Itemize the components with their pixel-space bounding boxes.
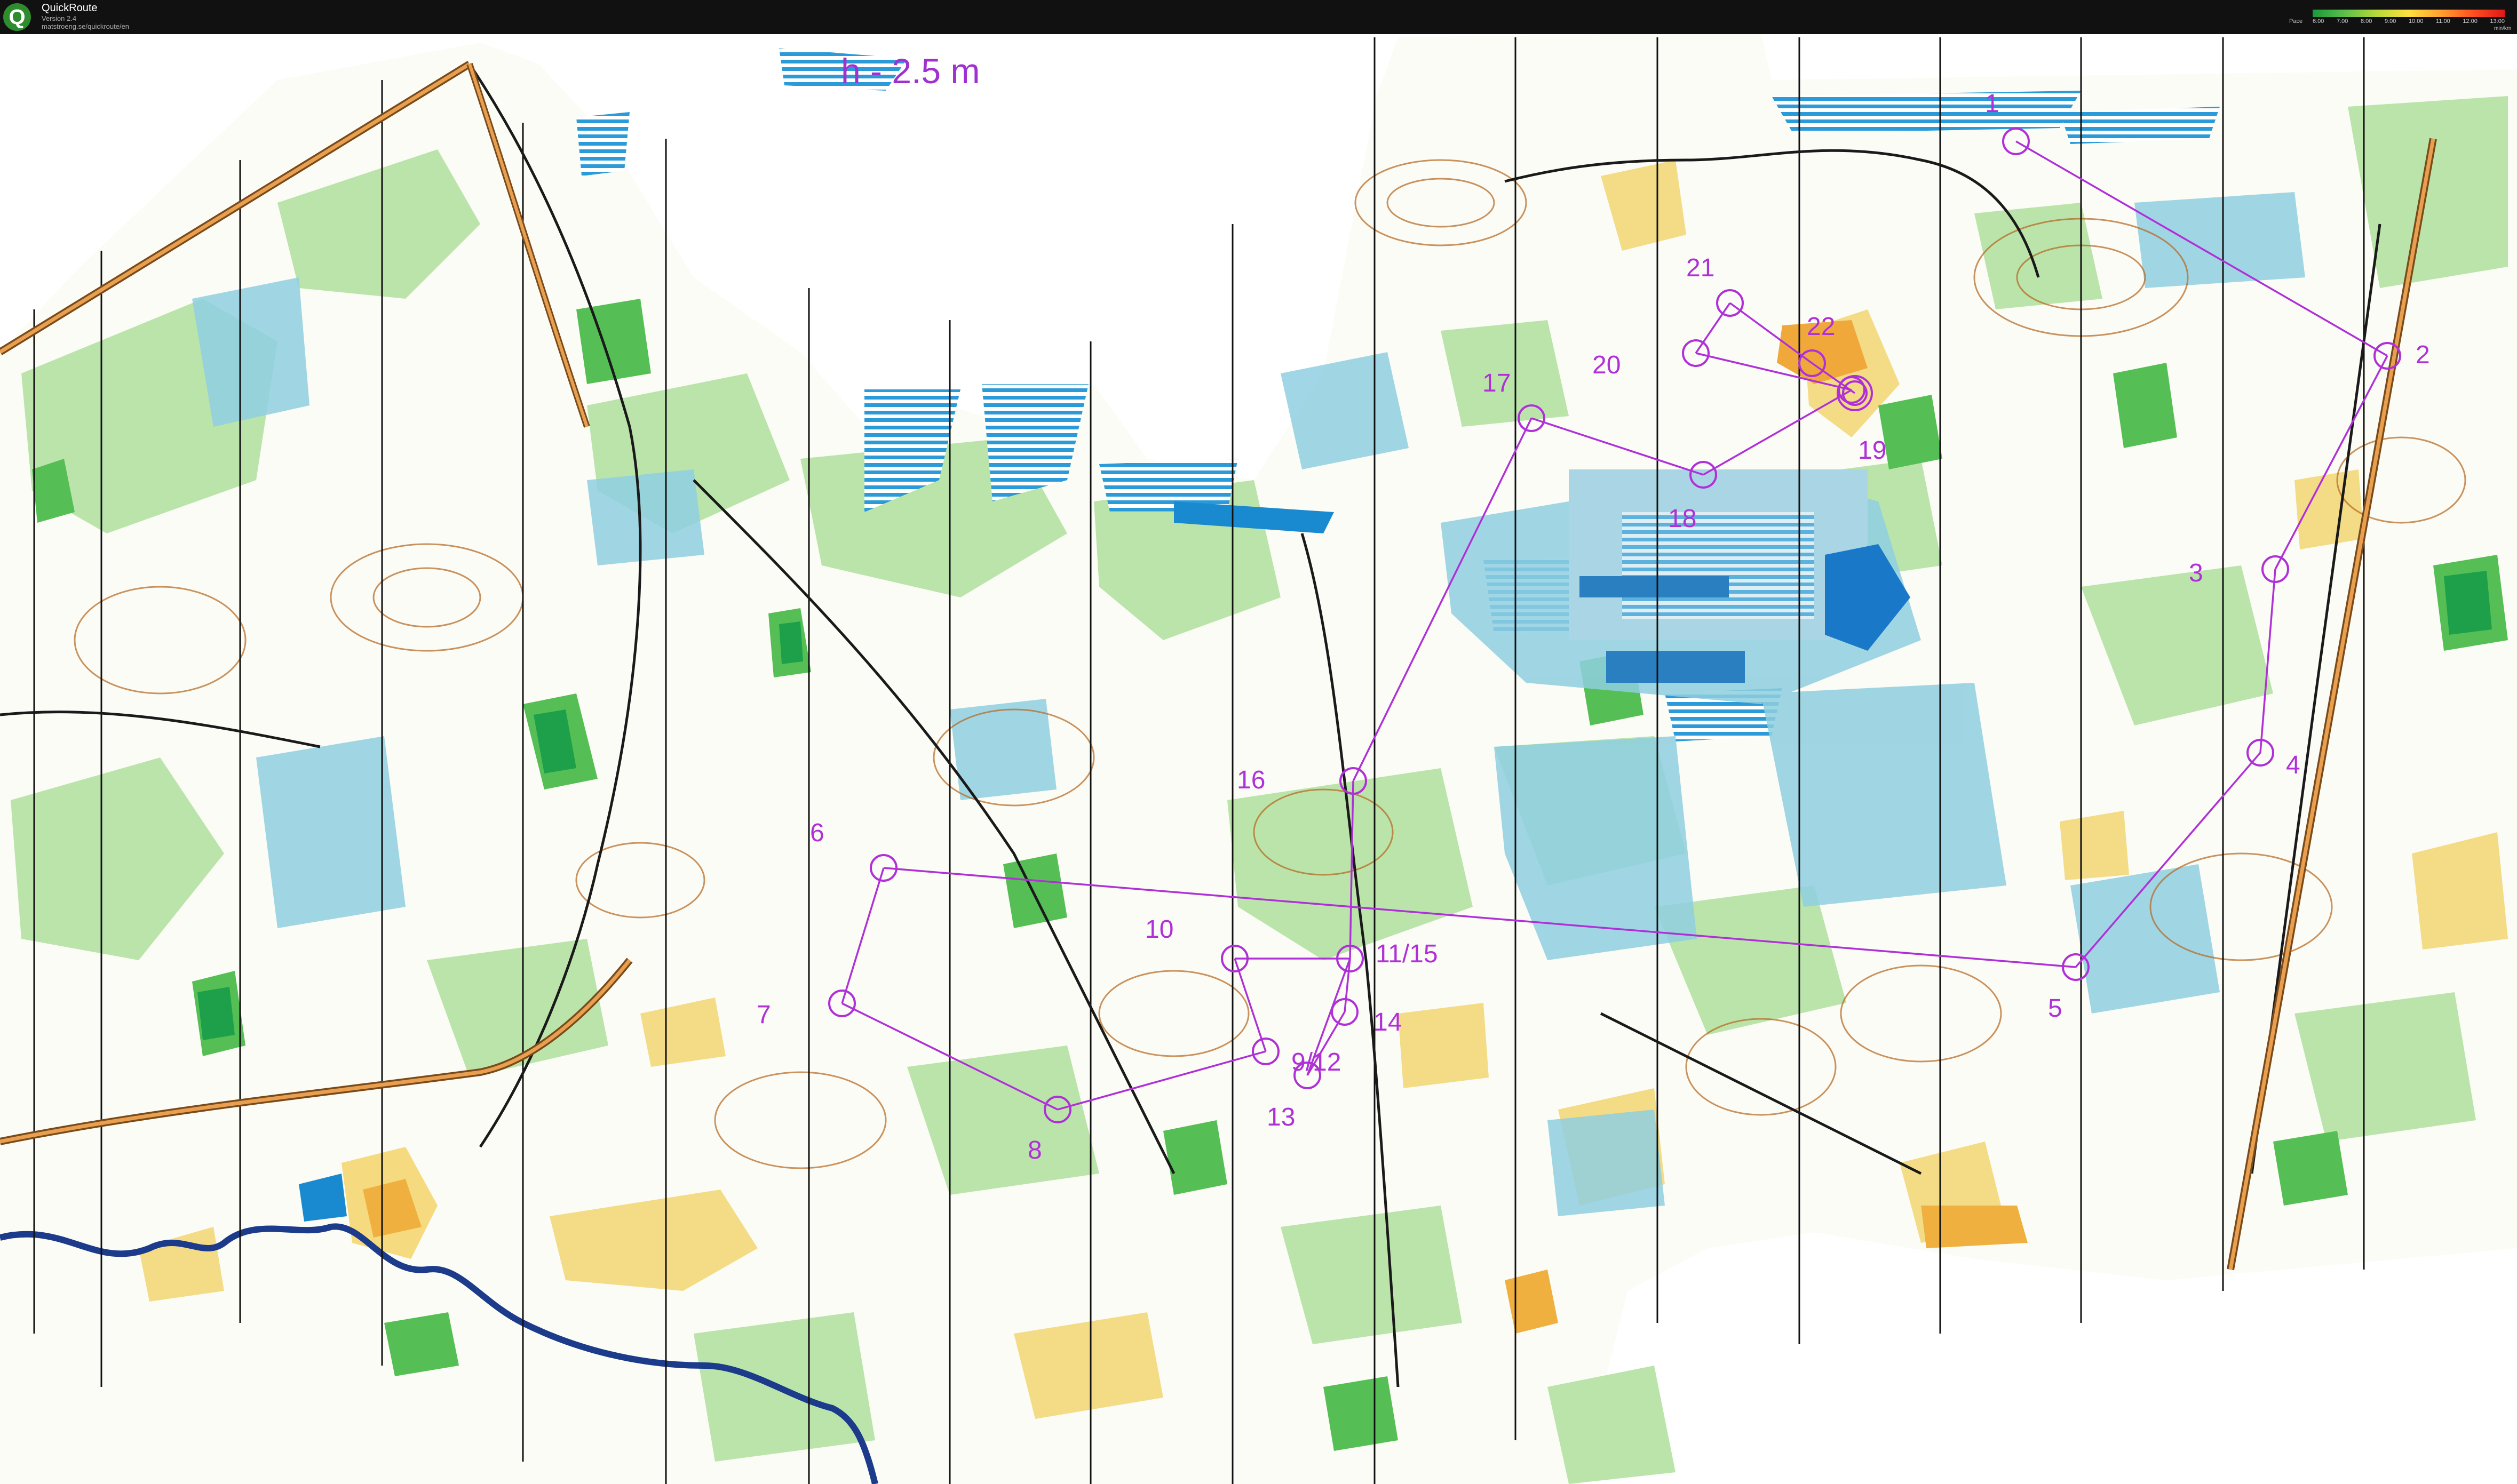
- control-label: 18: [1668, 505, 1696, 533]
- pace-unit: min/km: [2494, 26, 2512, 31]
- control-label: 21: [1686, 254, 1714, 282]
- app-url: matstroeng.se/quickroute/en: [42, 22, 130, 30]
- pace-tick: 13:00: [2490, 18, 2505, 25]
- pace-tick: 12:00: [2463, 18, 2478, 25]
- control-label: 10: [1145, 915, 1173, 944]
- pace-tick: 10:00: [2408, 18, 2424, 25]
- control-label: 13: [1267, 1103, 1295, 1131]
- app-title: QuickRoute: [42, 2, 98, 14]
- title-bar: Q QuickRoute Version 2.4 matstroeng.se/q…: [0, 0, 2517, 34]
- app-version: Version 2.4: [42, 14, 77, 22]
- quickroute-logo: Q: [3, 3, 31, 31]
- control-label: 5: [2048, 994, 2062, 1023]
- pace-tick: 8:00: [2360, 18, 2372, 25]
- control-label: 4: [2286, 751, 2300, 779]
- pace-label: Pace: [2289, 18, 2303, 25]
- control-label: 1: [1985, 90, 1999, 118]
- orienteering-map[interactable]: 1 2 3 4 5 6 7 8 9/12 10 11/15 13 14 16 1…: [0, 34, 2517, 1484]
- control-label: 17: [1482, 369, 1511, 397]
- control-label: 22: [1807, 313, 1835, 341]
- pace-tick: 7:00: [2336, 18, 2348, 25]
- contour-interval-label: h - 2.5 m: [841, 51, 980, 91]
- control-label: 2: [2416, 341, 2430, 369]
- map-canvas[interactable]: 1 2 3 4 5 6 7 8 9/12 10 11/15 13 14 16 1…: [0, 34, 2517, 1484]
- pace-tick: 11:00: [2436, 18, 2450, 25]
- control-label: 20: [1592, 351, 1621, 379]
- pace-tick: 9:00: [2384, 18, 2396, 25]
- control-label: 7: [757, 1001, 771, 1029]
- control-label: 11/15: [1376, 940, 1438, 968]
- pace-legend: Pace 6:00 7:00 8:00 9:00 10:00 11:00 12:…: [2289, 10, 2513, 31]
- control-label: 9/12: [1291, 1048, 1341, 1076]
- control-label: 6: [810, 819, 824, 847]
- control-label: 16: [1237, 766, 1265, 794]
- control-label: 8: [1028, 1136, 1042, 1164]
- control-label: 14: [1373, 1008, 1402, 1036]
- control-label: 19: [1858, 436, 1886, 465]
- pace-tick: 6:00: [2313, 18, 2324, 25]
- control-label: 3: [2189, 559, 2203, 587]
- pace-ticks: 6:00 7:00 8:00 9:00 10:00 11:00 12:00 13…: [2313, 18, 2505, 25]
- pace-color-bar: [2313, 10, 2505, 17]
